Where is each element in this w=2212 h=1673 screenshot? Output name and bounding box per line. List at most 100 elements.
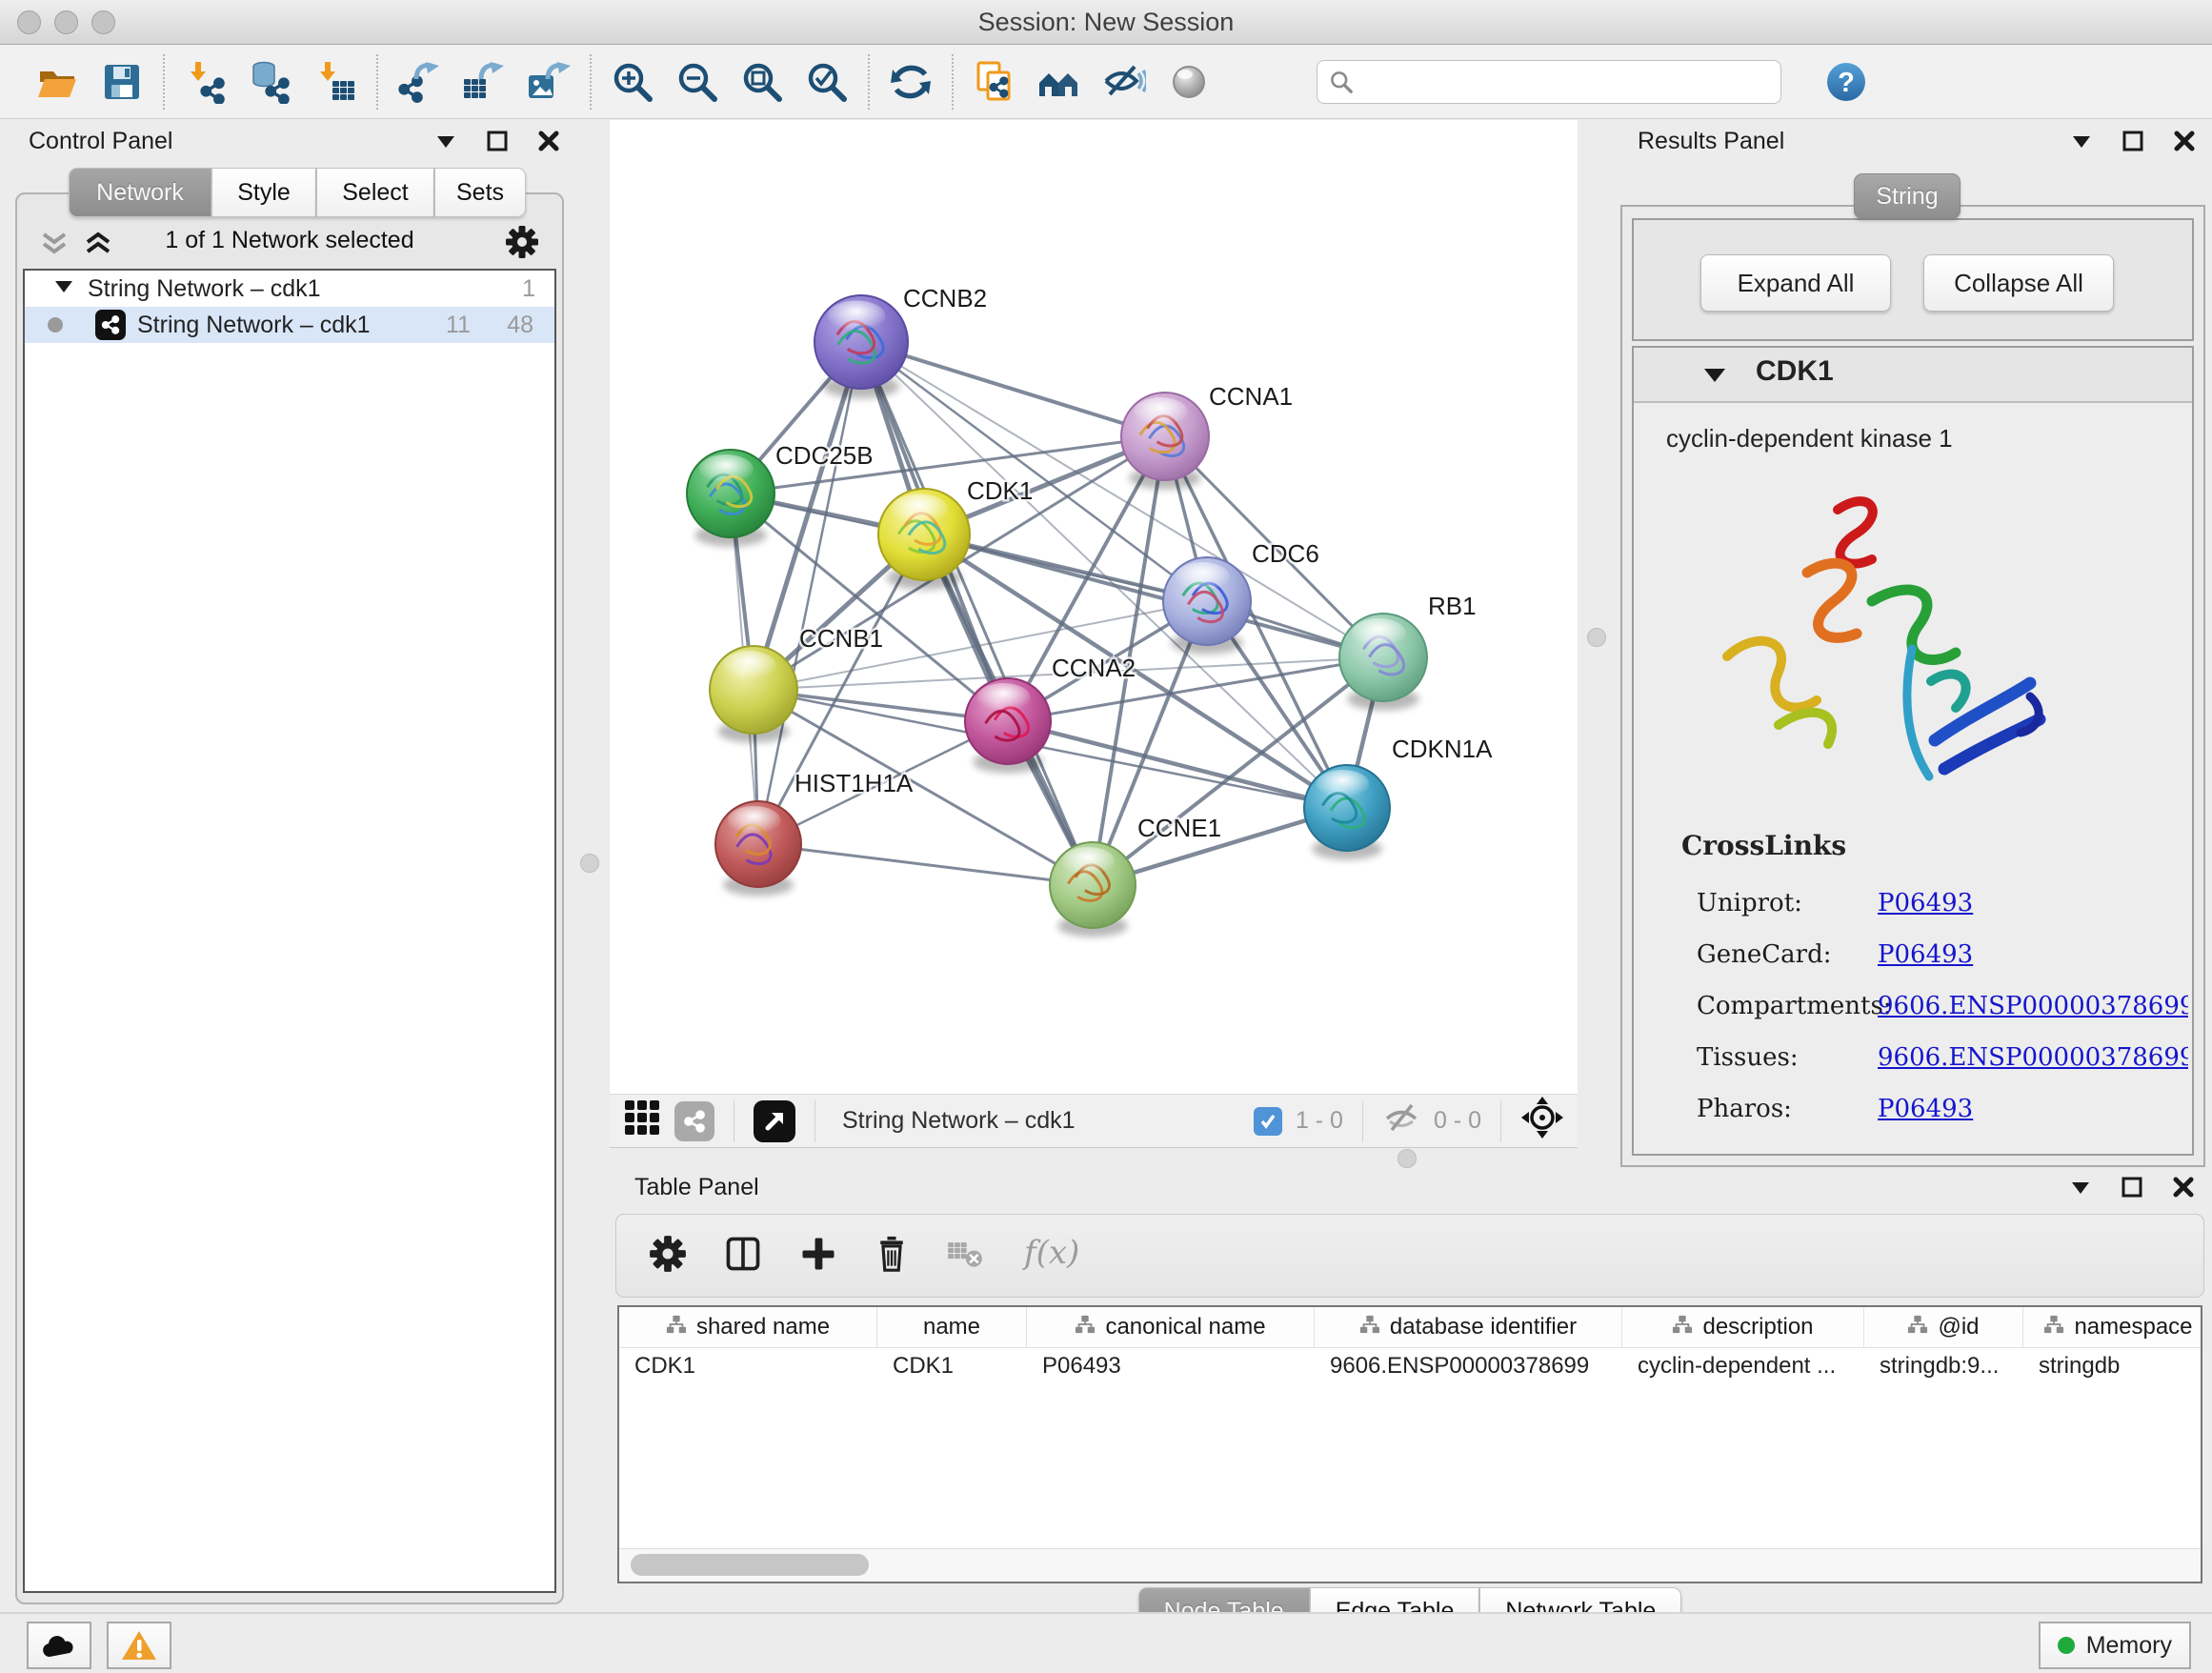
cloud-button[interactable]	[27, 1622, 91, 1669]
network-options-gear-icon[interactable]	[505, 225, 539, 264]
zoom-fit-content-button[interactable]	[730, 51, 794, 112]
hide-selected-button[interactable]	[1092, 51, 1156, 112]
table-cell[interactable]: P06493	[1027, 1347, 1315, 1385]
column-header-name[interactable]: name	[877, 1307, 1027, 1347]
table-panel-collapse-icon[interactable]	[2067, 1174, 2094, 1200]
column-header-database-identifier[interactable]: database identifier	[1315, 1307, 1622, 1347]
network-collection-row[interactable]: String Network – cdk1 1	[25, 271, 554, 307]
network-node-CCNE1[interactable]: CCNE1	[1050, 814, 1221, 937]
gene-collapse-caret-icon[interactable]	[1702, 365, 1727, 391]
zoom-selected-region-button[interactable]	[794, 51, 859, 112]
table-cell[interactable]: cyclin-dependent ...	[1622, 1347, 1864, 1385]
network-node-CDC25B[interactable]: CDC25B	[687, 441, 874, 547]
table-cell[interactable]: 9606.ENSP00000378699	[1315, 1347, 1622, 1385]
delete-column-button[interactable]	[874, 1234, 910, 1279]
zoom-out-button[interactable]	[665, 51, 730, 112]
control-panel: Control Panel NetworkStyleSelectSets 1 o…	[8, 124, 572, 1608]
column-header-namespace[interactable]: namespace	[2023, 1307, 2212, 1347]
results-panel-collapse-icon[interactable]	[2068, 128, 2095, 154]
tab-select[interactable]: Select	[316, 168, 434, 217]
table-cell[interactable]: stringdb	[2023, 1347, 2212, 1385]
import-table-from-file-icon	[313, 60, 357, 104]
selected-checkbox-icon[interactable]	[1254, 1107, 1282, 1136]
left-splitter-handle[interactable]	[580, 854, 599, 873]
control-panel-close-icon[interactable]	[535, 128, 562, 154]
column-header-shared-name[interactable]: shared name	[619, 1307, 877, 1347]
network-canvas[interactable]: CCNB2CCNA1CDC25BCDK1CDC6RB1CCNB1CCNA2CDK…	[610, 120, 1578, 1094]
node-label-RB1: RB1	[1428, 592, 1477, 620]
network-node-RB1[interactable]: RB1	[1339, 592, 1477, 711]
memory-button[interactable]: Memory	[2039, 1622, 2191, 1669]
export-image-button[interactable]	[516, 51, 581, 112]
graphics-details-button[interactable]	[1156, 51, 1221, 112]
collection-expand-caret-icon[interactable]	[53, 275, 74, 303]
collection-count: 1	[522, 275, 535, 303]
zoom-out-icon	[675, 60, 719, 104]
column-header-canonical-name[interactable]: canonical name	[1027, 1307, 1315, 1347]
import-network-from-file-button[interactable]	[173, 51, 238, 112]
collapse-all-button[interactable]: Collapse All	[1923, 254, 2114, 312]
import-table-from-file-button[interactable]	[303, 51, 368, 112]
network-node-CDC6[interactable]: CDC6	[1163, 539, 1319, 655]
expand-all-button[interactable]: Expand All	[1700, 254, 1891, 312]
network-node-CCNB1[interactable]: CCNB1	[710, 624, 883, 743]
tab-sets[interactable]: Sets	[434, 168, 526, 217]
search-box[interactable]	[1317, 60, 1781, 104]
birdseye-grid-icon[interactable]	[623, 1099, 661, 1143]
control-panel-collapse-icon[interactable]	[432, 128, 459, 154]
crosslink-value-link[interactable]: 9606.ENSP00000378699	[1878, 1043, 2188, 1072]
table-cell[interactable]: CDK1	[877, 1347, 1027, 1385]
import-network-from-database-button[interactable]	[238, 51, 303, 112]
table-row[interactable]: CDK1CDK1P064939606.ENSP00000378699cyclin…	[619, 1347, 2201, 1385]
save-session-button[interactable]	[90, 51, 154, 112]
table-panel-float-icon[interactable]	[2119, 1174, 2145, 1200]
crosslink-value-link[interactable]: P06493	[1878, 889, 1973, 917]
network-node-CCNB2[interactable]: CCNB2	[814, 284, 987, 398]
shared-column-icon	[1907, 1314, 1928, 1341]
results-panel-float-icon[interactable]	[2120, 128, 2146, 154]
table-options-gear-button[interactable]	[649, 1235, 687, 1278]
right-splitter-handle[interactable]	[1587, 628, 1606, 647]
results-panel-close-icon[interactable]	[2171, 128, 2198, 154]
network-node-CCNA1[interactable]: CCNA1	[1121, 382, 1293, 490]
network-edge[interactable]	[758, 844, 1093, 885]
crosslink-value-link[interactable]: P06493	[1878, 940, 1973, 969]
hidden-eye-icon[interactable]	[1382, 1101, 1420, 1140]
network-node-CDKN1A[interactable]: CDKN1A	[1304, 735, 1493, 859]
column-header-label: name	[923, 1314, 980, 1340]
help-button[interactable]: ?	[1814, 51, 1879, 112]
network-edge[interactable]	[861, 342, 1093, 885]
open-session-button[interactable]	[25, 51, 90, 112]
export-table-button[interactable]	[452, 51, 516, 112]
show-columns-button[interactable]	[723, 1234, 763, 1279]
add-column-icon	[799, 1260, 837, 1277]
column-header-description[interactable]: description	[1622, 1307, 1864, 1347]
scrollbar-thumb[interactable]	[631, 1554, 869, 1576]
tab-string[interactable]: String	[1854, 173, 1961, 219]
zoom-in-button[interactable]	[600, 51, 665, 112]
table-horizontal-scrollbar[interactable]	[619, 1548, 2201, 1582]
tab-style[interactable]: Style	[211, 168, 316, 217]
fit-selected-crosshair-icon[interactable]	[1520, 1096, 1564, 1146]
network-edge[interactable]	[861, 342, 1165, 436]
open-in-new-window-icon[interactable]	[754, 1100, 795, 1142]
string-style-icon[interactable]	[674, 1101, 714, 1141]
crosslink-value-link[interactable]: P06493	[1878, 1095, 1973, 1123]
network-node-HIST1H1A[interactable]: HIST1H1A	[715, 769, 914, 896]
table-cell[interactable]: CDK1	[619, 1347, 877, 1385]
table-panel-close-icon[interactable]	[2170, 1174, 2197, 1200]
first-neighbors-button[interactable]	[1027, 51, 1092, 112]
tab-network[interactable]: Network	[69, 168, 211, 217]
control-panel-float-icon[interactable]	[484, 128, 511, 154]
add-column-button[interactable]	[799, 1235, 837, 1278]
table-cell[interactable]: stringdb:9...	[1864, 1347, 2023, 1385]
column-header--id[interactable]: @id	[1864, 1307, 2023, 1347]
export-network-button[interactable]	[387, 51, 452, 112]
crosslink-value-link[interactable]: 9606.ENSP00000378699	[1878, 992, 2188, 1020]
clone-network-button[interactable]	[962, 51, 1027, 112]
refresh-network-view-button[interactable]	[878, 51, 943, 112]
search-input[interactable]	[1354, 68, 1758, 96]
bottom-splitter-handle[interactable]	[1398, 1149, 1417, 1168]
network-row[interactable]: String Network – cdk1 11 48	[25, 307, 554, 343]
warning-button[interactable]	[107, 1622, 171, 1669]
